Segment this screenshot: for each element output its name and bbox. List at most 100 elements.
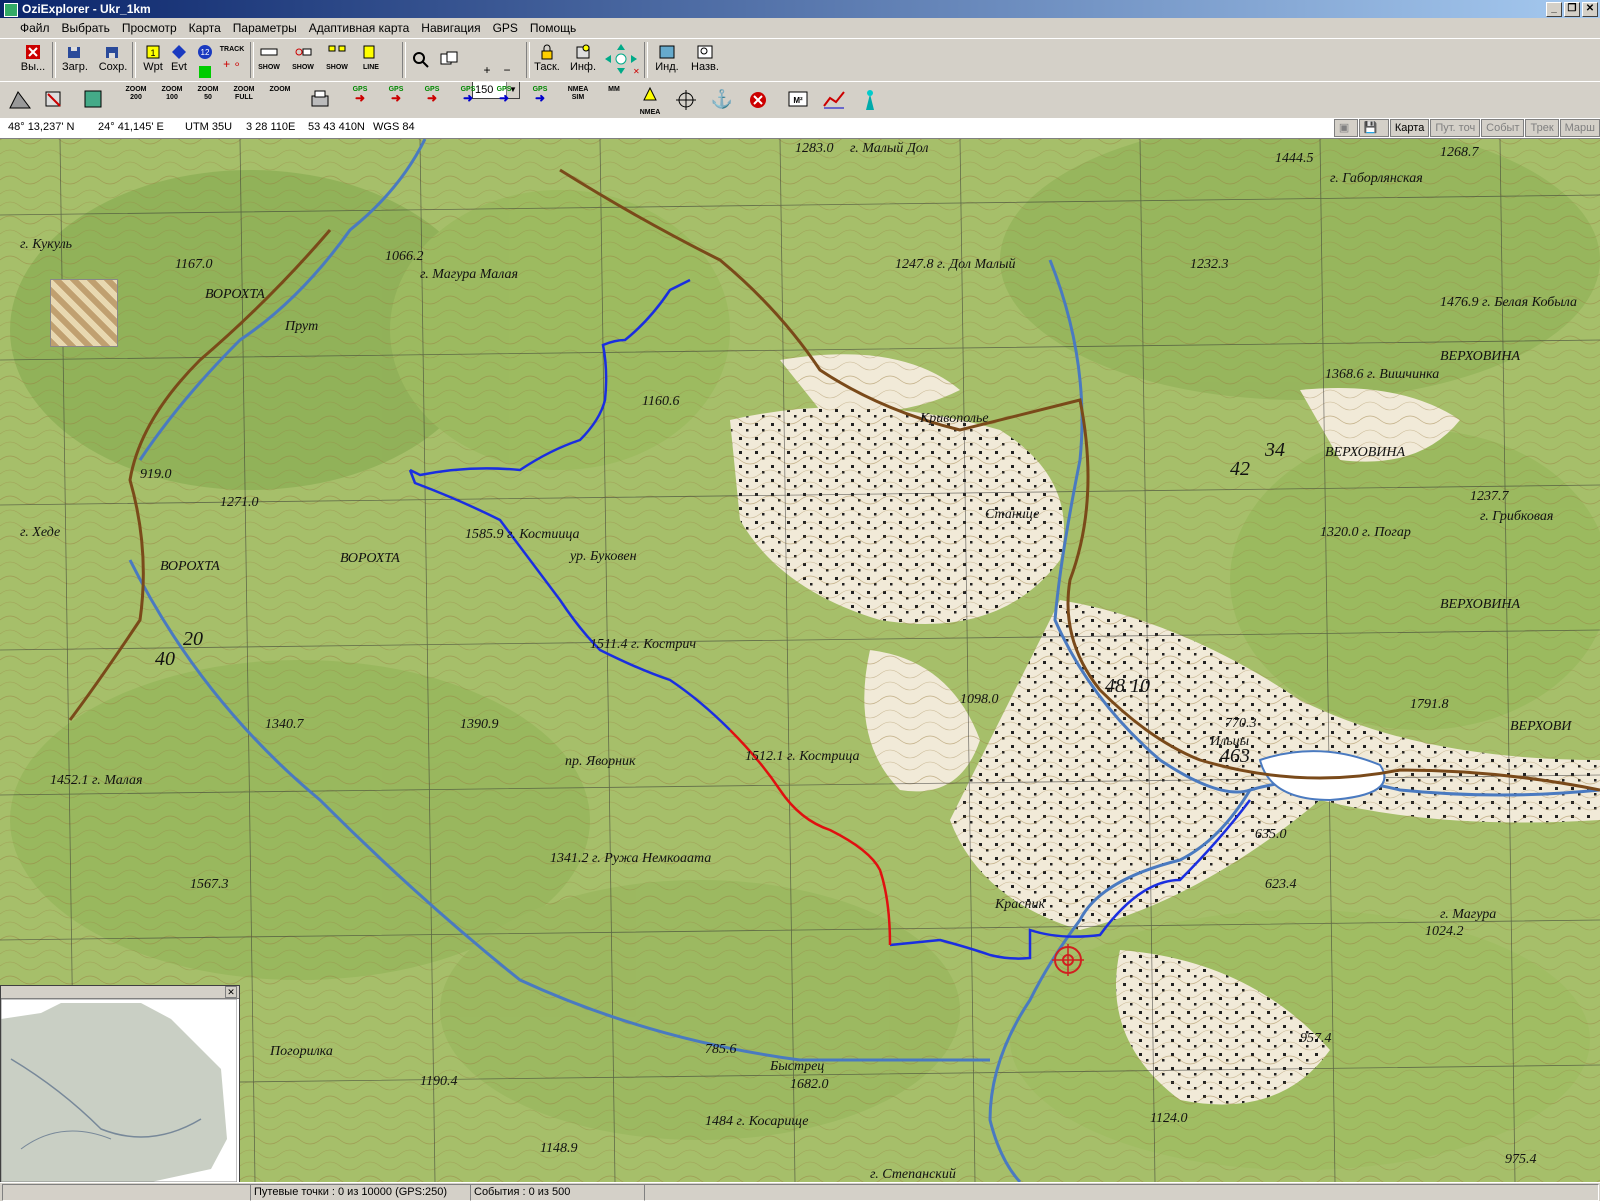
map-label: 1024.2 <box>1425 924 1464 939</box>
close-button[interactable]: ✕ <box>1582 2 1598 17</box>
map-label: 1124.0 <box>1150 1111 1187 1126</box>
map-label: ВЕРХОВИНА <box>1325 445 1405 460</box>
map-label: 975.4 <box>1505 1152 1537 1167</box>
menu-bar: Файл Выбрать Просмотр Карта Параметры Ад… <box>0 18 1600 38</box>
track-button[interactable]: TRACK + ∘ <box>214 42 250 78</box>
menu-adaptive-map[interactable]: Адаптивная карта <box>303 18 416 38</box>
restore-button[interactable]: ❐ <box>1564 2 1580 17</box>
utm-zone-readout: UTM 35U <box>185 121 233 133</box>
status-bar: Путевые точки : 0 из 10000 (GPS:250) Соб… <box>0 1182 1600 1201</box>
map-label: 1567.3 <box>190 877 229 892</box>
load-button[interactable]: Загр. <box>58 42 92 78</box>
map-label: 770.3 <box>1225 716 1257 731</box>
zoom-full-button[interactable]: ZOOM FULL <box>230 86 258 114</box>
save-button[interactable]: Сохр. <box>96 42 130 78</box>
zoom-200-button[interactable]: ZOOM 200 <box>122 86 150 114</box>
tab-waypoints[interactable]: Пут. точ <box>1430 119 1481 137</box>
map-label: 40 <box>155 648 175 670</box>
crosshair-icon[interactable] <box>672 86 700 114</box>
minimize-button[interactable]: _ <box>1546 2 1562 17</box>
map-label: ВЕРХОВИНА <box>1440 349 1520 364</box>
map-label: 1271.0 <box>220 495 259 510</box>
zoom-100-button[interactable]: ZOOM 100 <box>158 86 186 114</box>
map-label: 42 <box>1230 458 1250 480</box>
map-label: 1098.0 <box>960 692 999 707</box>
menu-navigation[interactable]: Навигация <box>415 18 486 38</box>
map-label: г. Степанский <box>870 1167 956 1182</box>
map-label: 1340.7 <box>265 717 305 732</box>
menu-file[interactable]: Файл <box>0 18 56 38</box>
tab-map[interactable]: Карта <box>1389 119 1430 137</box>
map-label: 957.4 <box>1300 1031 1332 1046</box>
map-label: пр. Яворник <box>565 754 636 769</box>
move-map-button[interactable]: ✕ <box>602 42 640 78</box>
zoom-50-button[interactable]: ZOOM 50 <box>194 86 222 114</box>
show-waypoints-button[interactable]: SHOW <box>254 42 284 78</box>
menu-map[interactable]: Карта <box>183 18 227 38</box>
app-icon <box>4 3 18 17</box>
map-label: Станице <box>985 507 1039 522</box>
antenna-icon[interactable] <box>856 86 884 114</box>
gps-upload-track-button[interactable]: GPS ➜ <box>490 86 518 114</box>
gps-upload-routes-button[interactable]: GPS ➜ <box>418 86 446 114</box>
overview-close-icon[interactable]: ✕ <box>225 986 237 998</box>
map-label: 1066.2 <box>385 249 424 264</box>
menu-view[interactable]: Просмотр <box>116 18 183 38</box>
track-line-button[interactable]: LINE <box>356 42 386 78</box>
map-label: 1512.1 г. Кострица <box>745 749 860 764</box>
status-empty-panel <box>2 1184 251 1201</box>
latitude-readout: 48° 13,237' N <box>8 121 75 133</box>
area-button[interactable]: M² <box>784 86 812 114</box>
anchor-icon[interactable]: ⚓ <box>708 86 736 114</box>
topographic-map[interactable]: г. Кукуль г. Магура Малая 1066.2 1167.0 ВОРО… <box>0 139 1600 1182</box>
gps-download-waypoints-button[interactable]: GPS ➜ <box>382 86 410 114</box>
map-thumbnail <box>50 279 118 347</box>
exit-button[interactable]: Вы... <box>16 42 50 78</box>
menu-help[interactable]: Помощь <box>524 18 582 38</box>
nmea-sim-button[interactable]: NMEA SIM <box>564 86 592 114</box>
map-label: г. Кукуль <box>20 237 72 252</box>
map-view[interactable]: г. Кукуль г. Магура Малая 1066.2 1167.0 ВОРО… <box>0 139 1600 1182</box>
overview-window[interactable]: ✕ <box>0 985 240 1184</box>
map-label: 1341.2 г. Ружа Немкоаата <box>550 851 711 866</box>
map-label: 785.6 <box>705 1042 737 1057</box>
names-button[interactable]: Назв. <box>688 42 722 78</box>
gps-download-track-button[interactable]: GPS ➜ <box>526 86 554 114</box>
window-zoom-button[interactable] <box>436 42 462 78</box>
svg-text:12: 12 <box>201 48 210 57</box>
tab-track[interactable]: Трек <box>1525 119 1559 137</box>
show-routes-button[interactable]: SHOW <box>322 42 352 78</box>
zoom-window-button[interactable]: ZOOM <box>266 86 294 114</box>
zoom-tool-button[interactable] <box>408 42 434 78</box>
menu-select[interactable]: Выбрать <box>56 18 116 38</box>
tab-routes[interactable]: Марш <box>1559 119 1600 137</box>
menu-gps[interactable]: GPS <box>487 18 524 38</box>
info-button[interactable]: Инф. <box>566 42 600 78</box>
stop-icon[interactable] <box>744 86 772 114</box>
show-events-button[interactable]: SHOW <box>288 42 318 78</box>
map-label: 1791.8 <box>1410 697 1449 712</box>
map-window-icon[interactable] <box>80 86 108 114</box>
gps-upload-waypoints-button[interactable]: GPS ➜ <box>346 86 374 114</box>
elevation-chart-icon[interactable] <box>820 86 848 114</box>
zoom-out-button[interactable]: − <box>490 63 524 79</box>
map-label: Погорилка <box>269 1044 333 1059</box>
indicator-button[interactable]: Инд. <box>650 42 684 78</box>
save-dropdown-icon[interactable]: 💾 <box>1358 119 1389 137</box>
tab-events[interactable]: Событ <box>1481 119 1525 137</box>
window-title: OziExplorer - Ukr_1km <box>22 2 151 16</box>
menu-settings[interactable]: Параметры <box>227 18 303 38</box>
printer-icon[interactable] <box>306 86 334 114</box>
coordinate-bar: 48° 13,237' N 24° 41,145' E UTM 35U 3 28… <box>0 118 1600 139</box>
map-label: Кривополье <box>919 411 989 426</box>
map-tool-icon[interactable] <box>6 86 34 114</box>
moving-map-button[interactable]: MM <box>600 86 628 114</box>
map-locate-icon[interactable] <box>40 86 68 114</box>
nmea-button[interactable]: NMEA <box>636 86 664 116</box>
map-label: 20 <box>183 628 203 650</box>
drag-button[interactable]: Таск. <box>530 42 564 78</box>
map-image-icon[interactable]: ▣ <box>1333 119 1358 137</box>
map-label: г. Габорлянская <box>1330 171 1423 186</box>
gps-download-routes-button[interactable]: GPS ➜ <box>454 86 482 114</box>
map-label: 1476.9 г. Белая Кобыла <box>1440 295 1577 310</box>
